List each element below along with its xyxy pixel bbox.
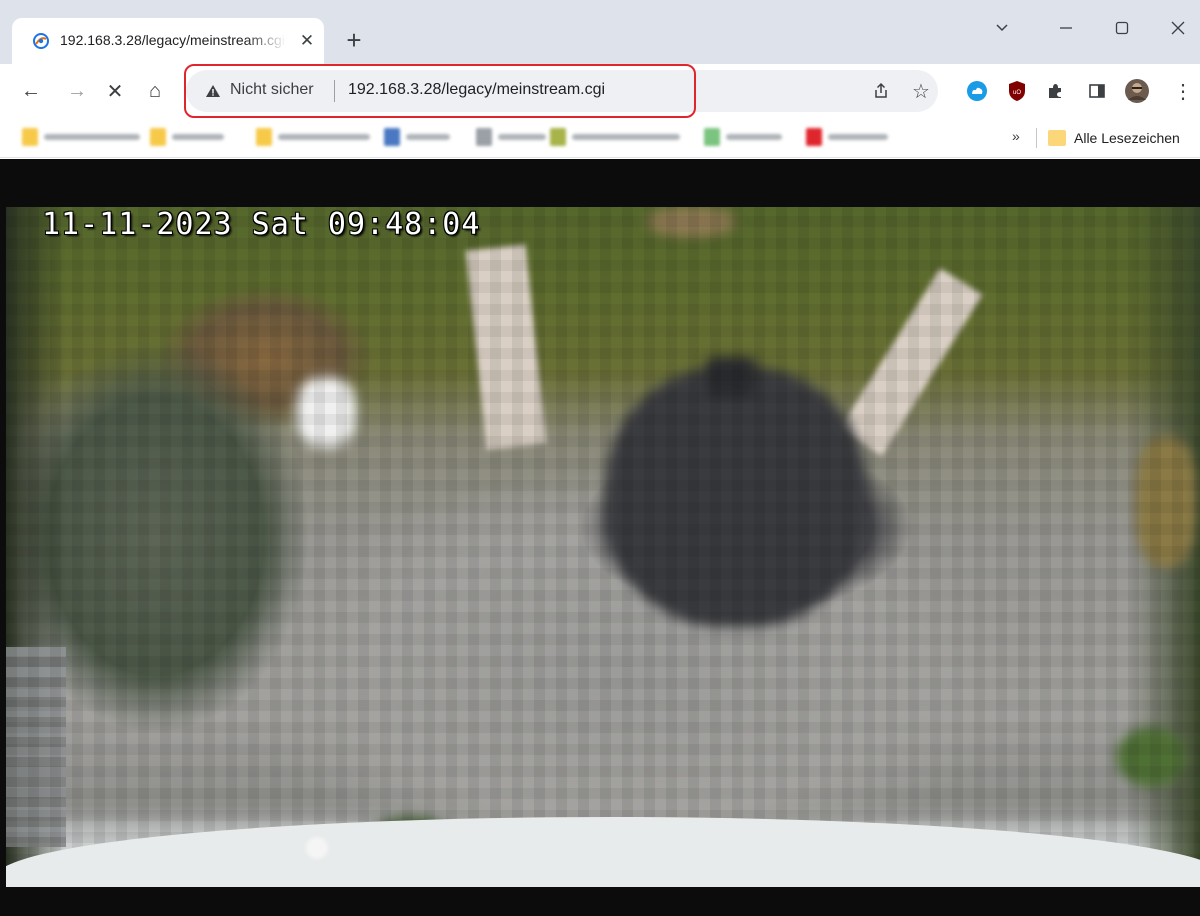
bookmarks-bar: » Alle Lesezeichen xyxy=(0,118,1200,158)
ublock-shield-icon[interactable]: uO xyxy=(1004,78,1030,104)
bookmark-item[interactable] xyxy=(256,126,370,148)
forward-button[interactable]: → xyxy=(62,76,92,106)
profile-avatar[interactable] xyxy=(1124,78,1150,104)
bookmarks-separator xyxy=(1036,128,1037,148)
tab-title: 192.168.3.28/legacy/meinstream.cgi xyxy=(60,32,285,48)
web-globe-icon xyxy=(32,32,50,50)
pixelation-overlay xyxy=(6,207,1200,887)
bookmark-star-button[interactable]: ☆ xyxy=(906,76,936,106)
folder-icon xyxy=(1048,130,1066,146)
bookmark-item[interactable] xyxy=(806,126,888,148)
camera-image-region xyxy=(306,837,328,859)
window-close-button[interactable] xyxy=(1158,14,1198,42)
svg-text:uO: uO xyxy=(1013,90,1021,96)
bookmark-item[interactable] xyxy=(476,126,546,148)
browser-tab[interactable]: 192.168.3.28/legacy/meinstream.cgi ✕ xyxy=(12,18,324,64)
star-icon: ☆ xyxy=(912,80,930,103)
arrow-left-icon: ← xyxy=(21,79,41,102)
bookmark-item[interactable] xyxy=(704,126,782,148)
maximize-button[interactable] xyxy=(1102,14,1142,42)
all-bookmarks-label: Alle Lesezeichen xyxy=(1074,130,1180,146)
all-bookmarks-button[interactable]: Alle Lesezeichen xyxy=(1048,126,1180,150)
cloud-extension-icon[interactable] xyxy=(964,78,990,104)
bookmark-item[interactable] xyxy=(150,126,224,148)
kebab-menu-icon: ⋮ xyxy=(1173,80,1193,103)
side-panel-icon[interactable] xyxy=(1084,78,1110,104)
browser-menu-button[interactable]: ⋮ xyxy=(1168,76,1198,106)
bookmark-item[interactable] xyxy=(22,126,140,148)
tab-search-dropdown-icon[interactable] xyxy=(982,14,1022,42)
bookmarks-overflow-button[interactable]: » xyxy=(1012,128,1020,144)
url-highlight-annotation xyxy=(184,64,696,118)
share-button[interactable] xyxy=(866,76,896,106)
camera-timestamp-overlay: 11-11-2023 Sat 09:48:04 xyxy=(42,207,481,242)
stop-loading-button[interactable]: ✕ xyxy=(100,76,130,106)
page-content: 11-11-2023 Sat 09:48:04 xyxy=(0,159,1200,916)
bookmark-item[interactable] xyxy=(384,126,450,148)
arrow-right-icon: → xyxy=(67,79,87,102)
minimize-button[interactable] xyxy=(1046,14,1086,42)
extensions-puzzle-icon[interactable] xyxy=(1042,78,1068,104)
back-button[interactable]: ← xyxy=(16,76,46,106)
camera-stream-image: 11-11-2023 Sat 09:48:04 xyxy=(6,207,1200,887)
home-button[interactable]: ⌂ xyxy=(140,76,170,106)
new-tab-button[interactable]: + xyxy=(340,26,368,54)
share-icon xyxy=(875,82,887,98)
home-icon: ⌂ xyxy=(148,79,162,102)
bookmark-item[interactable] xyxy=(550,126,680,148)
tab-strip: 192.168.3.28/legacy/meinstream.cgi ✕ + xyxy=(0,0,1200,64)
close-icon: ✕ xyxy=(106,80,124,103)
browser-toolbar: ← → ✕ ⌂ Nicht sicher 192.168.3.28/legacy… xyxy=(0,64,1200,118)
tab-close-icon[interactable]: ✕ xyxy=(296,30,318,52)
